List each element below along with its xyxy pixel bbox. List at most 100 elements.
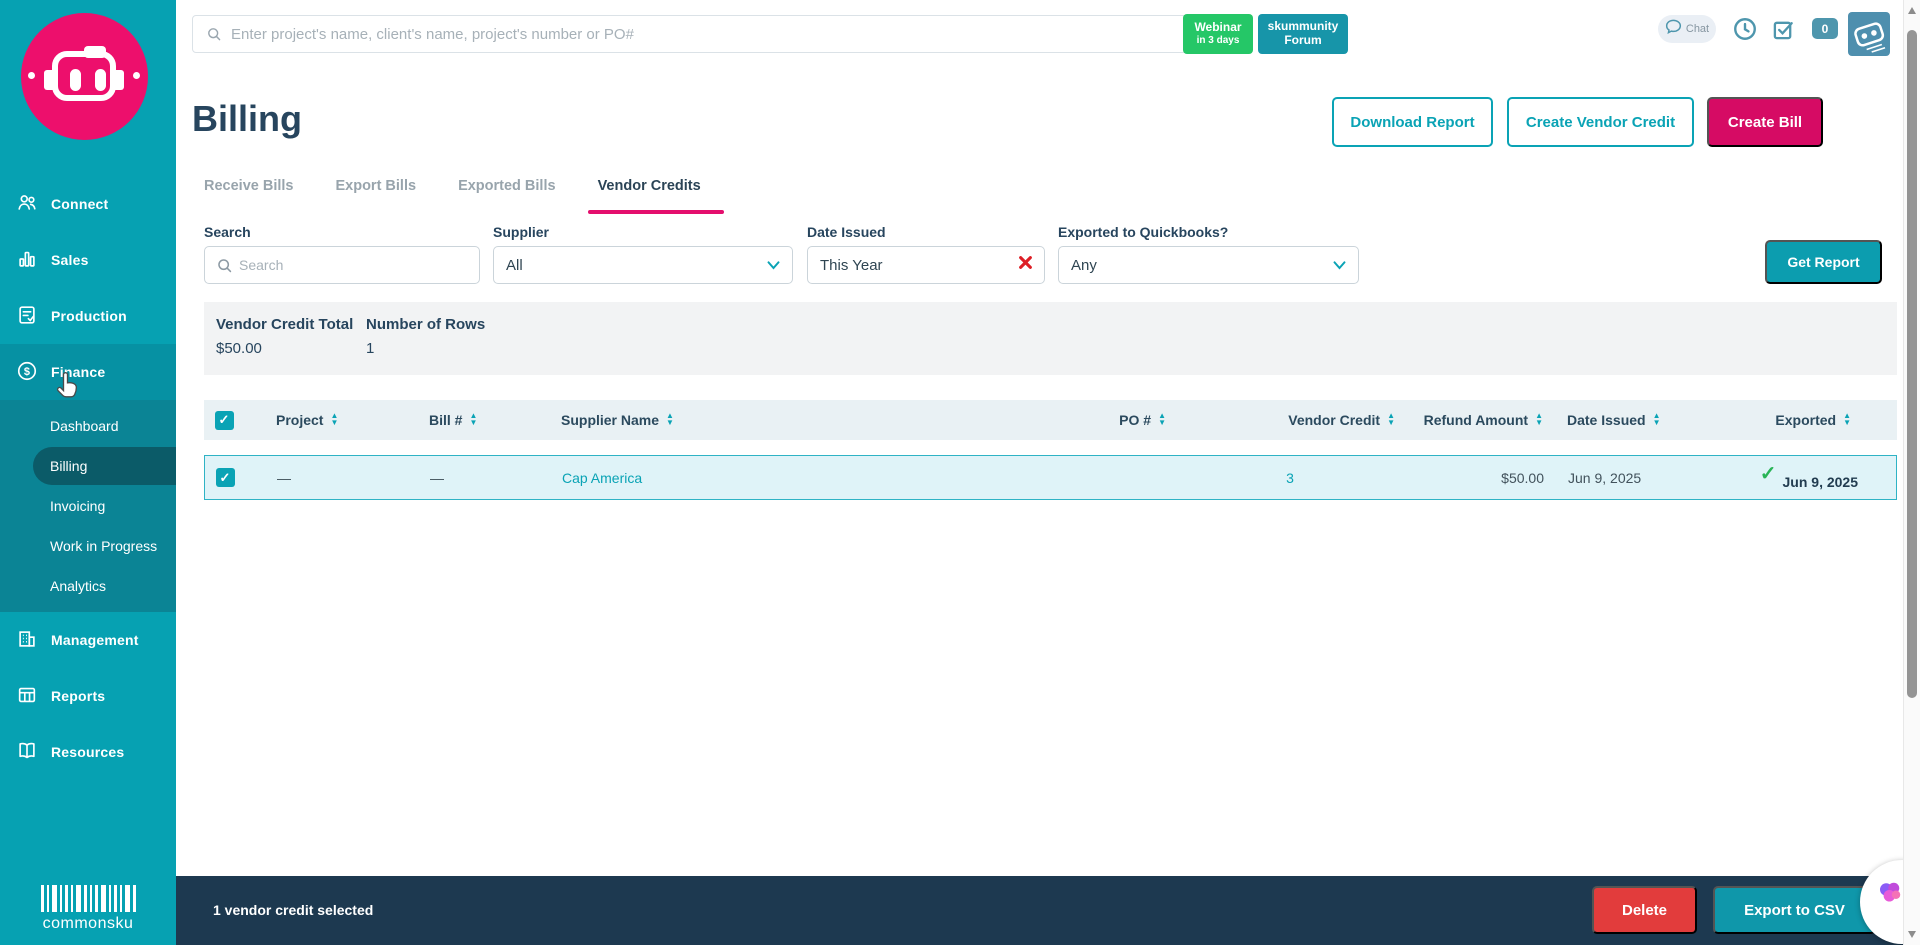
- get-report-button[interactable]: Get Report: [1765, 240, 1882, 284]
- table-row[interactable]: ✓ — — Cap America 3 $50.00 Jun 9, 2025 ✓…: [204, 455, 1897, 500]
- export-to-csv-button[interactable]: Export to CSV: [1713, 886, 1876, 934]
- tab-exported-bills[interactable]: Exported Bills: [458, 178, 556, 194]
- row-supplier-link[interactable]: Cap America: [562, 470, 642, 486]
- sidebar-item-resources[interactable]: Resources: [0, 724, 176, 780]
- page-scrollbar[interactable]: [1903, 0, 1920, 945]
- sidebar-item-management[interactable]: Management: [0, 612, 176, 668]
- sidebar-item-label: Production: [51, 308, 127, 324]
- commonsku-wordmark: commonsku: [0, 885, 176, 933]
- subitem-label: Work in Progress: [50, 538, 157, 554]
- sidebar-item-finance[interactable]: $ Finance: [0, 344, 176, 400]
- scroll-up-arrow[interactable]: [1908, 7, 1916, 14]
- number-of-rows-label: Number of Rows: [366, 316, 485, 333]
- finance-submenu: Dashboard Billing Invoicing Work in Prog…: [0, 400, 176, 612]
- brain-icon: [1875, 877, 1905, 907]
- building-icon: [16, 628, 38, 653]
- filter-search-input[interactable]: [239, 257, 439, 273]
- sidebar-nav: Connect Sales Production $ Finance: [0, 176, 176, 780]
- date-issued-input[interactable]: [820, 257, 990, 274]
- row-project: —: [277, 470, 291, 486]
- create-bill-button[interactable]: Create Bill: [1707, 97, 1823, 147]
- check-icon: ✓: [220, 470, 231, 486]
- dollar-circle-icon: $: [16, 360, 38, 385]
- sidebar-item-label: Connect: [51, 196, 108, 212]
- page-title: Billing: [192, 98, 302, 140]
- date-issued-filter-label: Date Issued: [807, 224, 886, 240]
- book-icon: [16, 740, 38, 765]
- sort-icon[interactable]: ▲▼: [1843, 413, 1851, 427]
- webinar-button[interactable]: Webinar in 3 days: [1183, 14, 1253, 54]
- robot-eye-left: [70, 69, 81, 91]
- skummunity-forum-button[interactable]: skummunity Forum: [1258, 14, 1348, 54]
- row-exported-date: Jun 9, 2025: [1783, 474, 1859, 490]
- tab-vendor-credits[interactable]: Vendor Credits: [598, 178, 701, 194]
- user-avatar[interactable]: [1848, 12, 1890, 56]
- clock-icon[interactable]: [1732, 16, 1758, 47]
- selection-action-bar: 1 vendor credit selected Delete Export t…: [176, 876, 1920, 945]
- scroll-down-arrow[interactable]: [1908, 931, 1916, 938]
- svg-text:$: $: [24, 365, 30, 377]
- tasks-check-icon[interactable]: [1772, 18, 1795, 46]
- sidebar-item-connect[interactable]: Connect: [0, 176, 176, 232]
- robot-head: [52, 51, 116, 101]
- chevron-down-icon: [767, 257, 780, 274]
- sidebar-item-sales[interactable]: Sales: [0, 232, 176, 288]
- sidebar-item-production[interactable]: Production: [0, 288, 176, 344]
- chat-label: Chat: [1686, 23, 1709, 35]
- commonsku-logo[interactable]: [21, 13, 148, 140]
- create-vendor-credit-button[interactable]: Create Vendor Credit: [1507, 97, 1694, 147]
- column-header-supplier[interactable]: Supplier Name: [561, 412, 659, 428]
- billing-tabs: Receive Bills Export Bills Exported Bill…: [204, 178, 701, 194]
- row-vendor-credit-link[interactable]: 3: [1286, 470, 1294, 486]
- sidebar-item-label: Finance: [51, 364, 105, 380]
- scrollbar-thumb[interactable]: [1907, 30, 1917, 698]
- table-icon: [16, 684, 38, 709]
- sidebar-subitem-dashboard[interactable]: Dashboard: [0, 406, 176, 446]
- column-header-refund[interactable]: Refund Amount: [1424, 412, 1528, 428]
- sidebar-item-label: Reports: [51, 688, 105, 704]
- column-header-bill[interactable]: Bill #: [429, 412, 462, 428]
- supplier-filter-label: Supplier: [493, 224, 549, 240]
- sidebar-subitem-work-in-progress[interactable]: Work in Progress: [0, 526, 176, 566]
- selection-count-text: 1 vendor credit selected: [213, 902, 373, 918]
- select-all-checkbox[interactable]: ✓: [215, 411, 234, 430]
- sort-icon[interactable]: ▲▼: [666, 413, 674, 427]
- sort-icon[interactable]: ▲▼: [1158, 413, 1166, 427]
- connect-icon: [16, 192, 38, 217]
- exported-selected-value: Any: [1071, 257, 1097, 274]
- global-search-input[interactable]: [192, 15, 1190, 53]
- chat-bubble-icon: [1665, 19, 1682, 39]
- bar-chart-icon: [16, 248, 38, 273]
- sidebar-item-reports[interactable]: Reports: [0, 668, 176, 724]
- chat-button[interactable]: Chat: [1658, 15, 1716, 43]
- search-filter-label: Search: [204, 224, 251, 240]
- subitem-label: Invoicing: [50, 498, 105, 514]
- exported-quickbooks-select[interactable]: Any: [1058, 246, 1359, 284]
- supplier-select[interactable]: All: [493, 246, 793, 284]
- column-header-date-issued[interactable]: Date Issued: [1567, 412, 1646, 428]
- delete-button[interactable]: Delete: [1592, 886, 1697, 934]
- column-header-exported[interactable]: Exported: [1775, 412, 1836, 428]
- column-header-vendor-credit[interactable]: Vendor Credit: [1288, 412, 1380, 428]
- notification-badge[interactable]: 0: [1812, 18, 1838, 39]
- tab-receive-bills[interactable]: Receive Bills: [204, 178, 293, 194]
- sidebar-subitem-analytics[interactable]: Analytics: [0, 566, 176, 606]
- webinar-label: Webinar: [1194, 21, 1241, 35]
- download-report-button[interactable]: Download Report: [1332, 97, 1493, 147]
- sidebar-subitem-invoicing[interactable]: Invoicing: [0, 486, 176, 526]
- sort-icon[interactable]: ▲▼: [1653, 413, 1661, 427]
- clear-x-icon[interactable]: [1019, 256, 1032, 274]
- sort-icon[interactable]: ▲▼: [330, 413, 338, 427]
- search-icon: [206, 26, 222, 47]
- sidebar-subitem-billing[interactable]: Billing: [33, 447, 176, 485]
- sidebar-item-label: Resources: [51, 744, 124, 760]
- column-header-po[interactable]: PO #: [1119, 412, 1151, 428]
- subitem-label: Analytics: [50, 578, 106, 594]
- sort-icon[interactable]: ▲▼: [469, 413, 477, 427]
- tab-export-bills[interactable]: Export Bills: [335, 178, 416, 194]
- row-checkbox[interactable]: ✓: [216, 468, 235, 487]
- chevron-down-icon: [1333, 257, 1346, 274]
- column-header-project[interactable]: Project: [276, 412, 323, 428]
- sort-icon[interactable]: ▲▼: [1387, 413, 1395, 427]
- sort-icon[interactable]: ▲▼: [1535, 413, 1543, 427]
